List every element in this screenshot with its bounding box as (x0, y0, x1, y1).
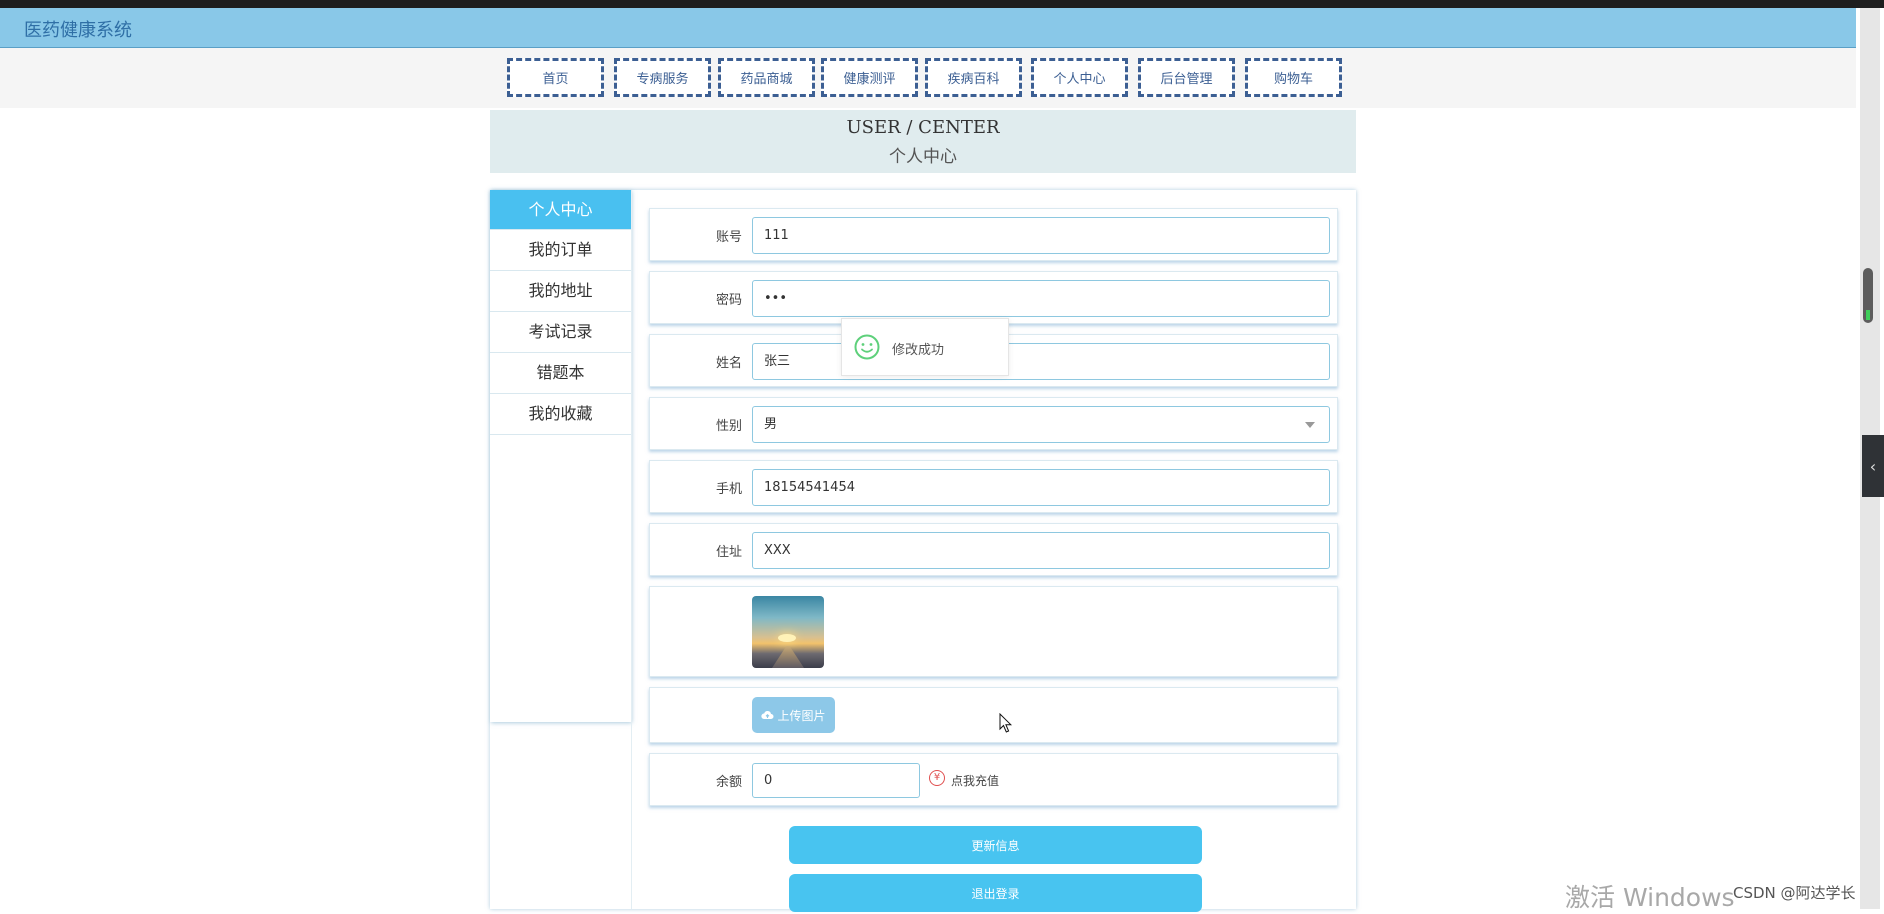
user-sidebar: 个人中心 我的订单 我的地址 考试记录 错题本 我的收藏 (490, 190, 631, 722)
mouse-cursor-icon (999, 713, 1013, 733)
name-input[interactable]: 张三 (752, 343, 1330, 380)
account-row: 账号 111 (649, 208, 1338, 261)
nav-disease-encyclopedia[interactable]: 疾病百科 (925, 58, 1022, 97)
csdn-credit: CSDN @阿达学长 (1733, 884, 1856, 902)
password-input[interactable]: ••• (752, 280, 1330, 317)
upload-row: 上传图片 (649, 687, 1338, 743)
sidebar-item-my-orders[interactable]: 我的订单 (490, 230, 631, 271)
balance-row: 余额 0 ¥ 点我充值 (649, 753, 1338, 806)
phone-row: 手机 18154541454 (649, 460, 1338, 513)
nav-home[interactable]: 首页 (507, 58, 604, 97)
password-label: 密码 (715, 293, 742, 308)
nav-drug-store[interactable]: 药品商城 (718, 58, 815, 97)
gender-label: 性别 (715, 419, 742, 434)
recharge-link[interactable]: 点我充值 (951, 772, 999, 789)
nav-admin[interactable]: 后台管理 (1138, 58, 1235, 97)
main-nav: 首页 专病服务 药品商城 健康测评 疾病百科 个人中心 后台管理 购物车 (0, 48, 1856, 108)
address-row: 住址 XXX (649, 523, 1338, 576)
account-input[interactable]: 111 (752, 217, 1330, 254)
balance-label: 余额 (715, 775, 742, 790)
phone-input[interactable]: 18154541454 (752, 469, 1330, 506)
nav-health-assessment[interactable]: 健康测评 (821, 58, 918, 97)
sidebar-item-my-favorites[interactable]: 我的收藏 (490, 394, 631, 435)
gender-row: 性别 男 (649, 397, 1338, 450)
name-label: 姓名 (715, 356, 742, 371)
sidebar-item-my-address[interactable]: 我的地址 (490, 271, 631, 312)
section-title-en: USER / CENTER (846, 117, 1000, 138)
avatar-row (649, 586, 1338, 677)
sidebar-item-user-center[interactable]: 个人中心 (490, 190, 631, 230)
section-header: USER / CENTER 个人中心 (490, 110, 1356, 173)
toast-message: 修改成功 (892, 343, 945, 358)
collapse-panel-tab[interactable]: ‹ (1862, 435, 1884, 497)
cloud-upload-icon (761, 711, 774, 719)
nav-user-center[interactable]: 个人中心 (1031, 58, 1128, 97)
app-title: 医药健康系统 (24, 20, 132, 41)
nav-cart[interactable]: 购物车 (1245, 58, 1342, 97)
upload-image-label: 上传图片 (777, 708, 826, 723)
window-top-strip (0, 0, 1884, 8)
update-info-button[interactable]: 更新信息 (789, 826, 1202, 864)
success-toast: 修改成功 (841, 318, 1009, 376)
logout-button[interactable]: 退出登录 (789, 874, 1202, 912)
panel-divider (631, 190, 632, 909)
smile-icon (854, 334, 880, 360)
chevron-down-icon (1305, 422, 1315, 428)
address-input[interactable]: XXX (752, 532, 1330, 569)
password-row: 密码 ••• (649, 271, 1338, 324)
upload-image-button[interactable]: 上传图片 (752, 697, 835, 733)
chevron-left-icon: ‹ (1869, 456, 1877, 476)
sidebar-item-exam-records[interactable]: 考试记录 (490, 312, 631, 353)
gender-select[interactable]: 男 (752, 406, 1330, 443)
address-label: 住址 (715, 545, 742, 560)
yen-icon[interactable]: ¥ (929, 770, 945, 786)
account-label: 账号 (715, 230, 742, 245)
balance-input[interactable]: 0 (752, 763, 920, 798)
avatar-image (752, 596, 824, 668)
gender-value: 男 (764, 417, 778, 432)
phone-label: 手机 (715, 482, 742, 497)
scroll-indicator (1866, 310, 1870, 320)
nav-special-disease-service[interactable]: 专病服务 (614, 58, 711, 97)
title-bar: 医药健康系统 (0, 8, 1856, 48)
sidebar-item-wrong-questions[interactable]: 错题本 (490, 353, 631, 394)
section-title-cn: 个人中心 (889, 147, 957, 167)
